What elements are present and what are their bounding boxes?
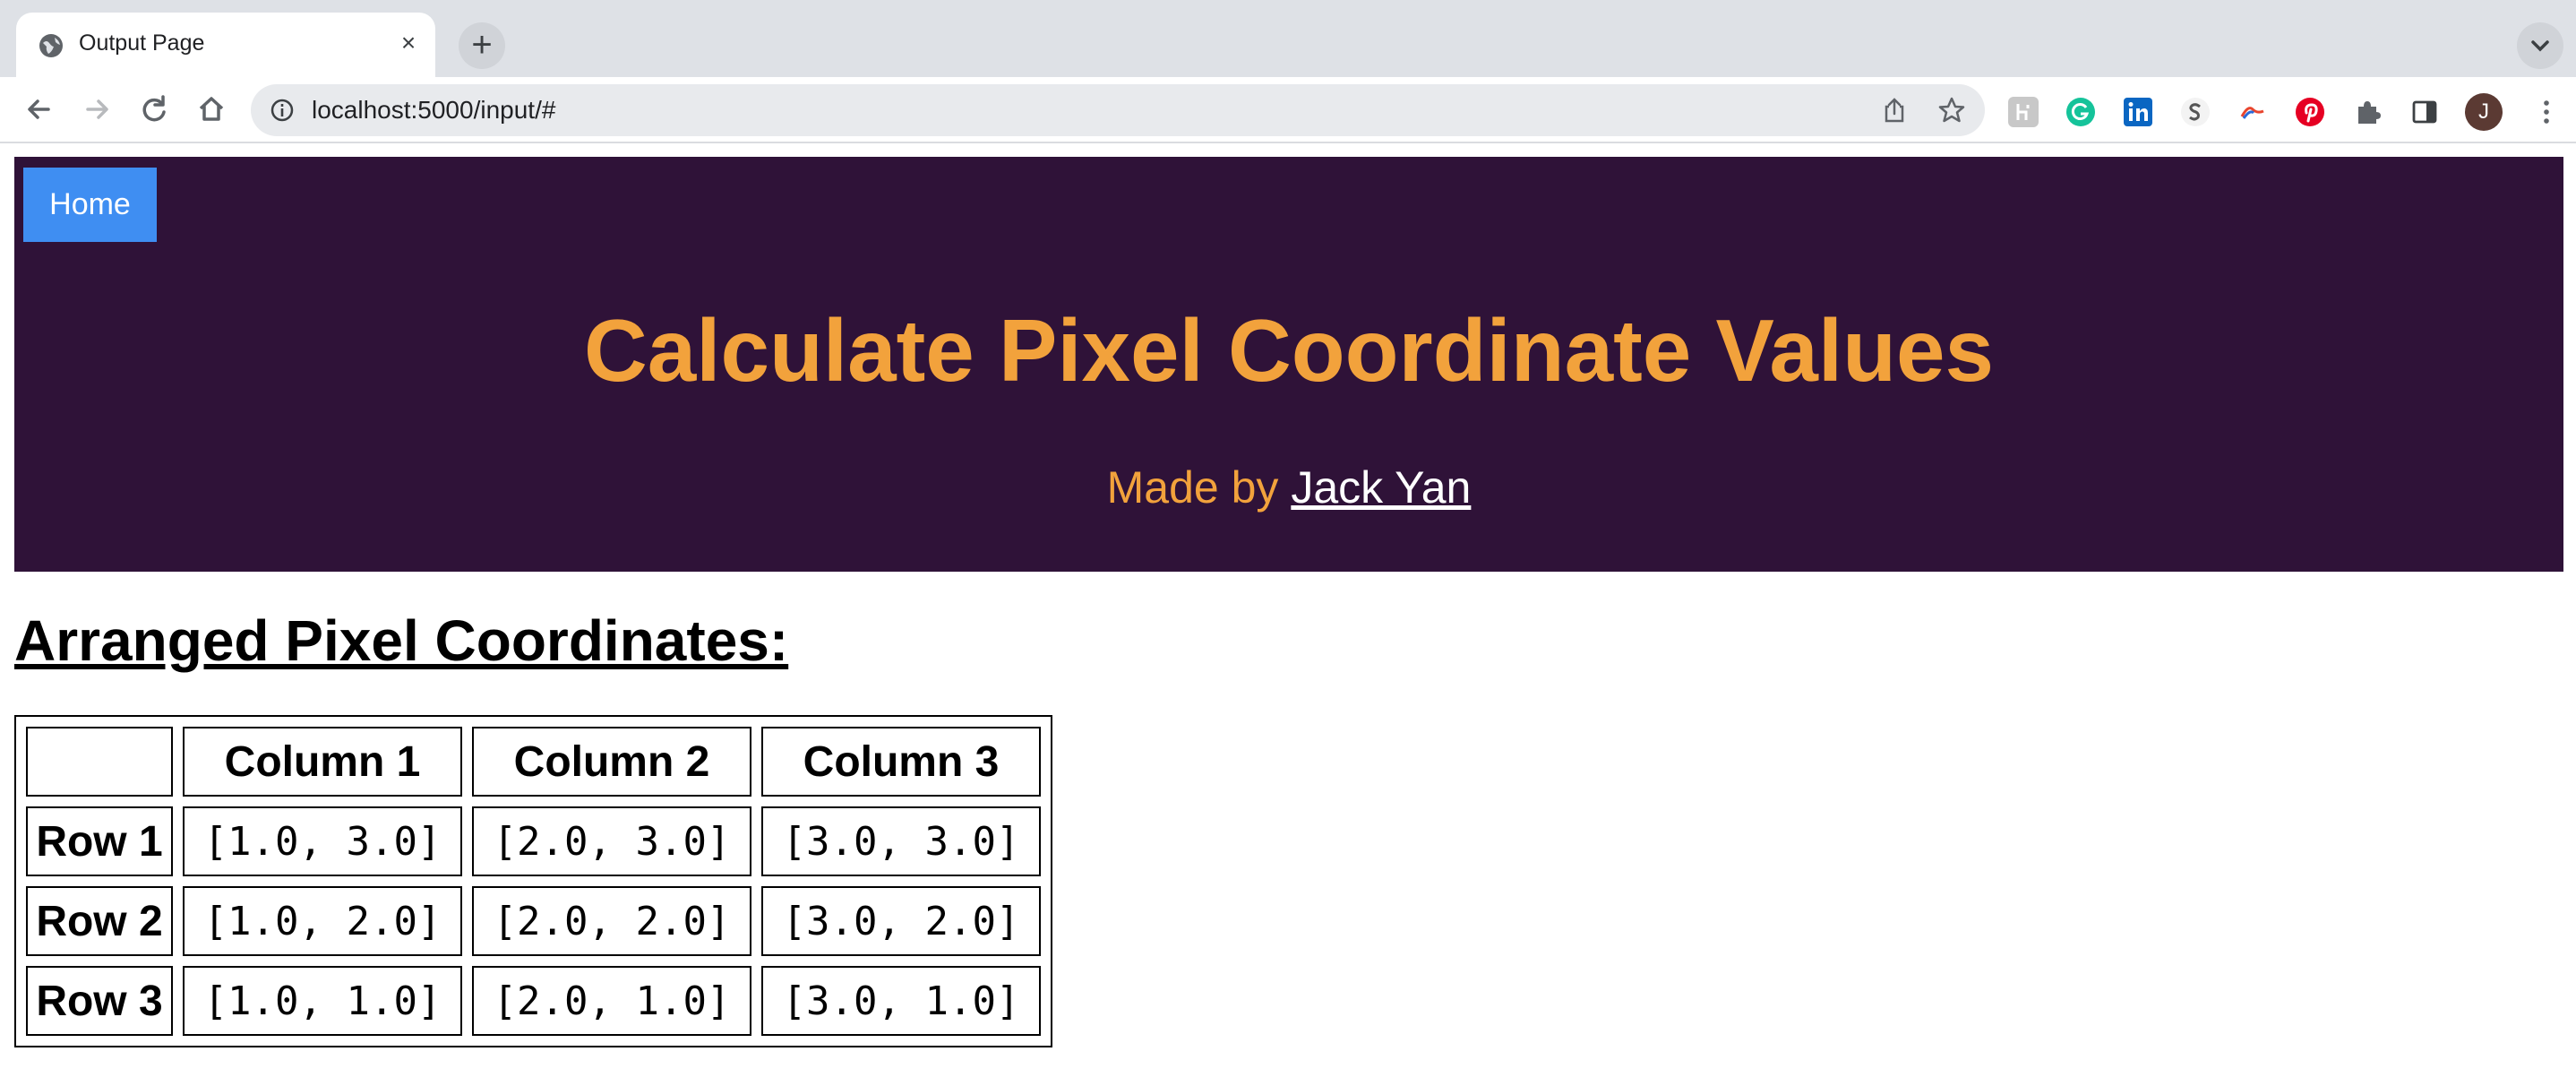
sidepanel-icon[interactable]	[2409, 97, 2440, 127]
row-header: Row 1	[26, 806, 173, 876]
puzzle-icon[interactable]	[2352, 97, 2383, 127]
reload-icon[interactable]	[133, 88, 176, 131]
author-link[interactable]: Jack Yan	[1291, 462, 1471, 513]
chevron-down-icon	[2531, 40, 2549, 52]
coordinate-cell: [1.0, 1.0]	[183, 966, 462, 1036]
table-row: Row 3 [1.0, 1.0] [2.0, 1.0] [3.0, 1.0]	[26, 966, 1041, 1036]
grammarly-icon[interactable]	[2065, 97, 2096, 127]
extension-icon[interactable]	[2008, 97, 2039, 127]
column-header: Column 2	[472, 727, 751, 797]
coordinate-cell: [2.0, 1.0]	[472, 966, 751, 1036]
tab-title: Output Page	[79, 30, 205, 56]
table-header-row: Column 1 Column 2 Column 3	[26, 727, 1041, 797]
url-text: localhost:5000/input/#	[312, 96, 556, 124]
forward-icon[interactable]	[75, 88, 118, 131]
made-by-label: Made by	[1106, 462, 1279, 513]
made-by-line: Made by Jack Yan	[14, 461, 2563, 513]
tab-close-icon[interactable]: ×	[394, 29, 423, 57]
avatar[interactable]: J	[2465, 93, 2503, 131]
coordinate-cell: [2.0, 3.0]	[472, 806, 751, 876]
share-icon[interactable]	[1881, 96, 1908, 125]
browser-tab[interactable]: Output Page ×	[16, 13, 435, 77]
browser-toolbar: localhost:5000/input/# J	[0, 77, 2576, 143]
header-banner: Home Calculate Pixel Coordinate Values M…	[14, 157, 2563, 572]
site-info-icon[interactable]	[269, 97, 296, 124]
coordinate-cell: [1.0, 2.0]	[183, 886, 462, 956]
column-header: Column 1	[183, 727, 462, 797]
table-row: Row 2 [1.0, 2.0] [2.0, 2.0] [3.0, 2.0]	[26, 886, 1041, 956]
star-icon[interactable]	[1936, 95, 1967, 125]
extension-arc-icon[interactable]	[2237, 97, 2268, 127]
tab-strip: Output Page × +	[0, 0, 2576, 77]
column-header: Column 3	[761, 727, 1041, 797]
globe-icon	[39, 34, 63, 57]
coordinate-cell: [3.0, 2.0]	[761, 886, 1041, 956]
extension-s-icon[interactable]	[2180, 97, 2211, 127]
section-heading: Arranged Pixel Coordinates:	[14, 608, 789, 673]
table-row: Row 1 [1.0, 3.0] [2.0, 3.0] [3.0, 3.0]	[26, 806, 1041, 876]
home-button[interactable]: Home	[23, 168, 157, 242]
coordinate-cell: [2.0, 2.0]	[472, 886, 751, 956]
coordinate-cell: [3.0, 1.0]	[761, 966, 1041, 1036]
coordinates-table: Column 1 Column 2 Column 3 Row 1 [1.0, 3…	[14, 715, 1052, 1047]
coordinate-cell: [3.0, 3.0]	[761, 806, 1041, 876]
corner-cell	[26, 727, 173, 797]
row-header: Row 3	[26, 966, 173, 1036]
pinterest-icon[interactable]	[2295, 97, 2325, 127]
address-bar[interactable]: localhost:5000/input/#	[251, 84, 1985, 136]
page-title: Calculate Pixel Coordinate Values	[583, 301, 1995, 400]
new-tab-button[interactable]: +	[459, 22, 505, 69]
tab-search-button[interactable]	[2517, 22, 2563, 69]
back-icon[interactable]	[18, 88, 61, 131]
coordinate-cell: [1.0, 3.0]	[183, 806, 462, 876]
linkedin-icon[interactable]	[2123, 97, 2153, 127]
row-header: Row 2	[26, 886, 173, 956]
kebab-menu-icon[interactable]	[2531, 97, 2562, 127]
home-icon[interactable]	[190, 88, 233, 131]
